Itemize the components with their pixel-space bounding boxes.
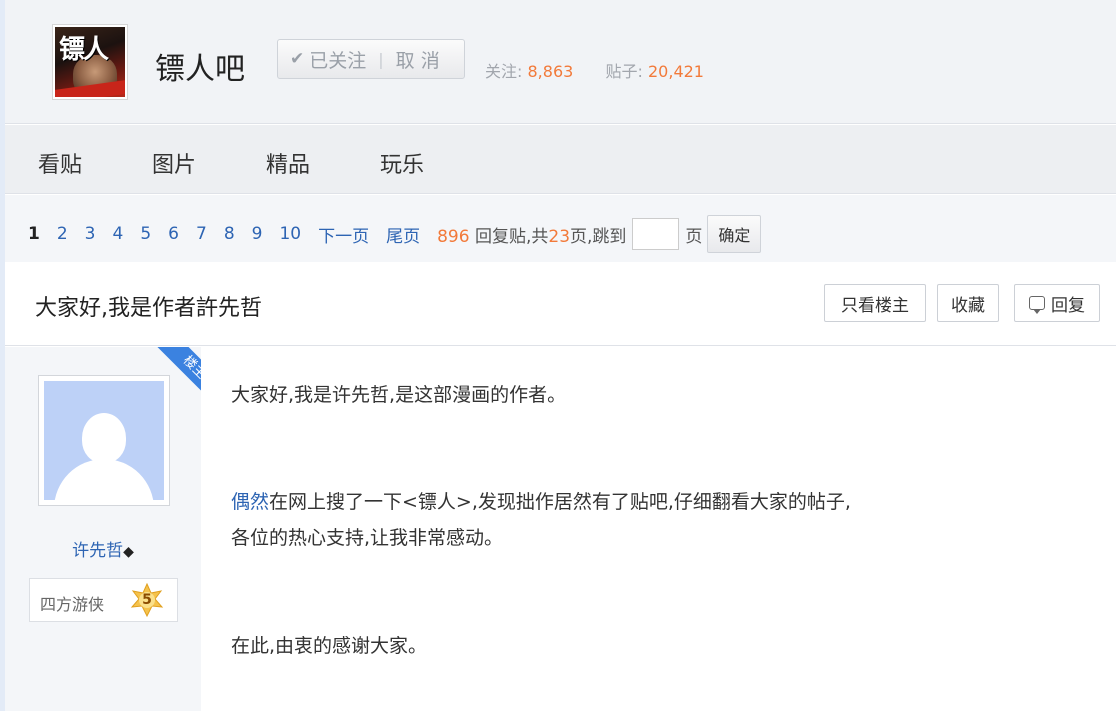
page-2[interactable]: 2 (57, 224, 68, 244)
page-4[interactable]: 4 (113, 224, 124, 244)
post-content: 大家好,我是许先哲,是这部漫画的作者。 偶然在网上搜了一下<镖人>,发现拙作居然… (231, 347, 1111, 711)
post-line-2: 偶然在网上搜了一下<镖人>,发现拙作居然有了贴吧,仔细翻看大家的帖子, (231, 484, 851, 520)
page-frame: 镖人 镖人吧 ✔ 已关注 | 取 消 关注: 8,863 贴子: 20,421 … (5, 0, 1116, 711)
thread-title-bar: 大家好,我是作者許先哲 只看楼主 收藏 回复 (5, 262, 1116, 346)
post-line-4: 在此,由衷的感谢大家。 (231, 635, 428, 657)
rank-badge[interactable]: 四方游侠 5 (29, 578, 178, 622)
reply-info: 896 回复贴,共23页,跳到 (437, 222, 626, 247)
username-text[interactable]: 许先哲 (72, 541, 123, 561)
only-op-label: 只看楼主 (841, 295, 909, 316)
followers-count: 8,863 (527, 62, 574, 81)
next-page-link[interactable]: 下一页 (318, 222, 369, 247)
post-line-3: 各位的热心支持,让我非常感动。 (231, 527, 504, 549)
only-op-button[interactable]: 只看楼主 (824, 284, 926, 322)
reply-suffix: 回复贴,共 (474, 226, 549, 247)
nav-tab-fun[interactable]: 玩乐 (380, 147, 424, 179)
last-page-link[interactable]: 尾页 (386, 222, 420, 247)
forum-name[interactable]: 镖人吧 (155, 44, 245, 88)
reply-count: 896 (437, 226, 470, 247)
page-10[interactable]: 10 (279, 224, 301, 244)
diamond-icon: ◆ (123, 544, 134, 560)
reply-button[interactable]: 回复 (1014, 284, 1100, 322)
unfollow-button[interactable]: 取 消 (396, 46, 440, 73)
pagination: 1 2 3 4 5 6 7 8 9 10 下一页 尾页 896 回复贴,共23页… (28, 215, 762, 253)
pager-bar: 1 2 3 4 5 6 7 8 9 10 下一页 尾页 896 回复贴,共23页… (5, 195, 1116, 262)
follow-button[interactable]: ✔ 已关注 | 取 消 (277, 39, 465, 79)
page-6[interactable]: 6 (168, 224, 179, 244)
page-suffix: 页,跳到 (570, 226, 627, 247)
reply-label: 回复 (1051, 295, 1085, 316)
favorite-label: 收藏 (951, 295, 985, 316)
post-line-2-text: 在网上搜了一下<镖人>,发现拙作居然有了贴吧,仔细翻看大家的帖子, (269, 491, 851, 513)
comment-icon (1029, 296, 1045, 314)
forum-logo[interactable]: 镖人 (52, 24, 128, 100)
author-username[interactable]: 许先哲◆ (5, 536, 201, 561)
level-star-icon: 5 (130, 582, 164, 618)
followers-label: 关注: (485, 62, 523, 81)
total-pages: 23 (548, 226, 571, 247)
jump-page-input[interactable] (632, 218, 680, 250)
nav-tab-images[interactable]: 图片 (152, 147, 196, 179)
forum-stats: 关注: 8,863 贴子: 20,421 (485, 58, 704, 82)
confirm-jump-button[interactable]: 确定 (707, 215, 762, 253)
page-7[interactable]: 7 (196, 224, 207, 244)
forum-header: 镖人 镖人吧 ✔ 已关注 | 取 消 关注: 8,863 贴子: 20,421 (5, 0, 1116, 124)
posts-count: 20,421 (648, 62, 704, 81)
page-3[interactable]: 3 (85, 224, 96, 244)
nav-tab-posts[interactable]: 看贴 (38, 147, 82, 179)
level-number: 5 (142, 592, 152, 608)
forum-nav: 看贴 图片 精品 玩乐 (5, 125, 1116, 194)
forum-logo-image: 镖人 (55, 27, 125, 97)
default-avatar-icon (44, 381, 164, 500)
check-icon: ✔ (290, 49, 305, 69)
thread-title: 大家好,我是作者許先哲 (35, 296, 262, 321)
keyword-link[interactable]: 偶然 (231, 491, 269, 513)
rank-title: 四方游侠 (40, 595, 105, 614)
posts-label: 贴子: (605, 62, 643, 81)
page-5[interactable]: 5 (140, 224, 151, 244)
divider: | (378, 49, 384, 69)
nav-tab-featured[interactable]: 精品 (266, 147, 310, 179)
page-9[interactable]: 9 (252, 224, 263, 244)
post-line-1: 大家好,我是许先哲,是这部漫画的作者。 (231, 384, 567, 406)
page-unit: 页 (685, 226, 703, 247)
logo-text: 镖人 (59, 35, 109, 65)
followed-label: 已关注 (309, 49, 367, 72)
avatar[interactable] (38, 375, 170, 506)
favorite-button[interactable]: 收藏 (937, 284, 999, 322)
page-1: 1 (28, 224, 40, 244)
page-8[interactable]: 8 (224, 224, 235, 244)
